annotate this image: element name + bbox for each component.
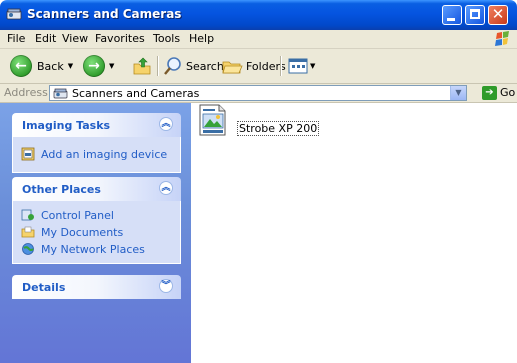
maximize-button[interactable] <box>465 5 485 25</box>
device-label: Strobe XP 200 <box>237 121 320 136</box>
views-dropdown-icon[interactable]: ▼ <box>310 62 315 70</box>
address-input[interactable]: Scanners and Cameras ▼ <box>49 85 467 101</box>
imaging-tasks-title: Imaging Tasks <box>22 119 111 132</box>
toolbar-separator <box>157 56 159 76</box>
folders-icon <box>222 61 243 74</box>
address-label: Address <box>4 86 48 99</box>
details-header[interactable]: Details ︾ <box>12 275 181 299</box>
forward-arrow-icon: → <box>83 55 105 77</box>
details-group: Details ︾ <box>12 275 181 299</box>
address-dropdown-icon[interactable]: ▼ <box>450 86 466 100</box>
up-folder-button[interactable] <box>132 54 152 78</box>
scanner-device-icon <box>199 104 226 136</box>
up-folder-icon <box>133 57 151 75</box>
add-device-icon <box>21 147 35 161</box>
address-value: Scanners and Cameras <box>72 87 200 100</box>
other-places-header[interactable]: Other Places ︽ <box>12 177 181 201</box>
minimize-button[interactable] <box>442 5 462 25</box>
expand-chevron-icon[interactable]: ︾ <box>159 279 173 293</box>
my-documents-label: My Documents <box>41 225 124 239</box>
back-dropdown-icon[interactable]: ▼ <box>68 62 73 70</box>
views-button[interactable]: ▼ <box>288 54 315 78</box>
forward-dropdown-icon[interactable]: ▼ <box>109 62 114 70</box>
control-panel-icon <box>21 209 34 221</box>
views-icon <box>288 58 308 74</box>
other-places-group: Other Places ︽ Control Panel My Document… <box>12 177 181 264</box>
imaging-tasks-group: Imaging Tasks ︽ Add an imaging device <box>12 113 181 173</box>
details-title: Details <box>22 281 66 294</box>
folders-button[interactable]: Folders <box>221 54 286 78</box>
back-button[interactable]: ← Back ▼ <box>10 54 73 78</box>
menu-bar: File Edit View Favorites Tools Help <box>0 30 517 49</box>
address-bar: Address Scanners and Cameras ▼ ➔ Go <box>0 84 517 103</box>
control-panel-label: Control Panel <box>41 208 114 222</box>
forward-button[interactable]: → ▼ <box>83 54 114 78</box>
my-network-places-label: My Network Places <box>41 242 145 256</box>
imaging-tasks-header[interactable]: Imaging Tasks ︽ <box>12 113 181 137</box>
scanner-camera-icon <box>6 8 22 20</box>
standard-toolbar: ← Back ▼ → ▼ Search Folders ▼ <box>0 49 517 84</box>
back-arrow-icon: ← <box>10 55 32 77</box>
maximize-icon <box>470 9 480 19</box>
go-arrow-icon[interactable]: ➔ <box>482 86 497 100</box>
window-title: Scanners and Cameras <box>27 7 182 21</box>
menu-edit[interactable]: Edit <box>35 32 56 45</box>
menu-file[interactable]: File <box>7 32 25 45</box>
other-places-title: Other Places <box>22 183 101 196</box>
network-places-icon <box>22 243 34 255</box>
collapse-chevron-icon[interactable]: ︽ <box>159 181 173 195</box>
search-icon <box>164 57 181 75</box>
windows-logo-icon <box>495 31 509 46</box>
other-places-body: Control Panel My Documents My Network Pl… <box>12 201 181 264</box>
my-documents-link[interactable]: My Documents <box>21 225 123 239</box>
add-imaging-device-label: Add an imaging device <box>41 147 168 161</box>
menu-view[interactable]: View <box>62 32 88 45</box>
add-imaging-device-link[interactable]: Add an imaging device <box>21 147 167 161</box>
menu-tools[interactable]: Tools <box>153 32 180 45</box>
my-network-places-link[interactable]: My Network Places <box>21 242 145 256</box>
control-panel-link[interactable]: Control Panel <box>21 208 114 222</box>
task-pane: Imaging Tasks ︽ Add an imaging device Ot… <box>0 103 191 363</box>
my-documents-icon <box>21 226 35 238</box>
imaging-tasks-body: Add an imaging device <box>12 137 181 173</box>
close-button[interactable]: ✕ <box>488 5 508 25</box>
minimize-icon <box>447 18 455 21</box>
menu-help[interactable]: Help <box>189 32 214 45</box>
go-button[interactable]: Go <box>500 86 515 99</box>
toolbar-separator <box>280 56 282 76</box>
title-bar[interactable]: Scanners and Cameras ✕ <box>0 0 517 30</box>
search-button[interactable]: Search <box>163 54 224 78</box>
collapse-chevron-icon[interactable]: ︽ <box>159 117 173 131</box>
menu-favorites[interactable]: Favorites <box>95 32 145 45</box>
close-icon: ✕ <box>491 5 505 23</box>
back-label: Back <box>37 59 64 73</box>
search-label: Search <box>186 59 224 73</box>
file-view: Strobe XP 200 <box>191 103 517 363</box>
scanner-camera-icon <box>53 88 68 99</box>
